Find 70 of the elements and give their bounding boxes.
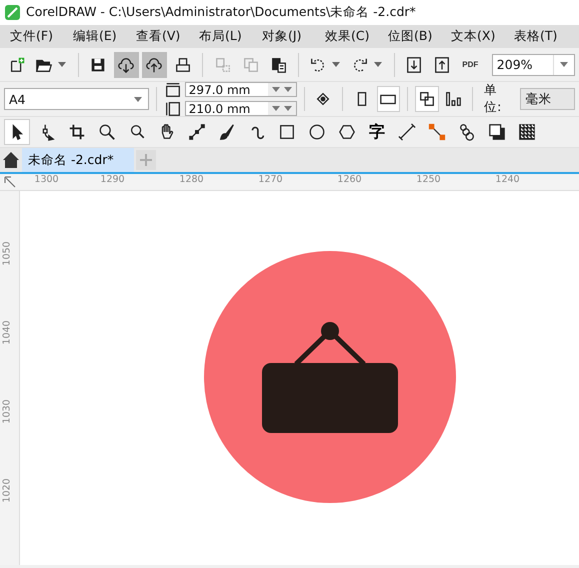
height-icon: [164, 100, 182, 118]
window-title: CorelDRAW - C:\Users\Administrator\Documents\未命名 -2.cdr*: [26, 4, 416, 21]
connector-icon: [428, 123, 446, 141]
document-tab[interactable]: 未命名 -2.cdr*: [22, 148, 134, 172]
ruler-label: 1300: [33, 174, 60, 187]
caret-icon: [374, 62, 382, 67]
app-logo-icon: [5, 5, 20, 20]
landscape-button[interactable]: [376, 86, 400, 112]
dropdown-arrow-icon: [560, 62, 568, 67]
cloud-upload-icon: [145, 56, 164, 74]
ruler-label: 1270: [257, 174, 284, 187]
ruler-label: 1260: [336, 174, 363, 187]
ruler-label: 1040: [2, 319, 12, 347]
units-label: 单位:: [484, 82, 502, 116]
zoom-combo[interactable]: 209%: [492, 54, 575, 76]
cloud-download-icon: [117, 56, 136, 74]
dropdown-arrow-icon: [134, 96, 142, 102]
menu-item[interactable]: 布局(L): [189, 28, 252, 45]
dimension-icon: [398, 123, 416, 141]
toolbar-button[interactable]: [142, 52, 167, 78]
crop-icon: [68, 123, 86, 141]
menu-item[interactable]: 对象(J): [252, 28, 315, 45]
copy-properties-icon: [214, 56, 232, 74]
ruler-origin-icon: [3, 175, 17, 189]
hexagon-icon: [338, 123, 356, 141]
caret-icon: [332, 62, 340, 67]
menu-item[interactable]: 位图(B): [378, 28, 441, 45]
ellipse-icon: [308, 123, 326, 141]
pdf-label: PDF: [462, 60, 478, 68]
menu-item[interactable]: 查看(V): [126, 28, 189, 45]
drop-shadow-icon: [488, 123, 506, 141]
ruler-label: 1030: [2, 398, 12, 426]
ruler-label: 1020: [2, 477, 12, 505]
page-size-combo[interactable]: A4: [4, 88, 149, 110]
ruler-label: 1290: [99, 174, 126, 187]
import-icon: [405, 56, 424, 74]
print-icon: [174, 56, 192, 74]
toolbar-button[interactable]: [114, 52, 139, 78]
clipboard-icon: [270, 56, 288, 74]
export-icon: [433, 56, 452, 74]
units-combo[interactable]: 毫米: [520, 88, 576, 110]
duplicate-icon: [242, 56, 260, 74]
blend-icon: [458, 123, 476, 141]
tool-button[interactable]: 字: [364, 119, 390, 145]
pages-icon: [418, 90, 436, 108]
rectangle-icon: [278, 123, 296, 141]
menu-item[interactable]: 效果(C): [315, 28, 378, 45]
save-icon: [89, 56, 108, 74]
width-icon: [164, 80, 182, 98]
height-field[interactable]: 210.0 mm: [184, 101, 297, 116]
brush-icon: [218, 123, 236, 141]
zoom-icon: [98, 123, 116, 141]
menu-item[interactable]: 编辑(E): [63, 28, 126, 45]
caret-icon: [58, 62, 66, 67]
ruler-label: 1250: [415, 174, 442, 187]
all-pages-button[interactable]: [415, 86, 439, 112]
zoom-icon: [128, 123, 146, 141]
menu-item[interactable]: 文本(X): [441, 28, 504, 45]
ruler-label: 1280: [178, 174, 205, 187]
bars-icon: [444, 90, 462, 108]
menu-item[interactable]: 表格(T): [504, 28, 567, 45]
ruler-label: 1050: [2, 240, 12, 268]
checkerboard-icon: [518, 123, 536, 141]
tool-button[interactable]: [4, 119, 30, 145]
menu-item[interactable]: 文件(F): [0, 28, 63, 45]
ruler-label: 1240: [494, 174, 521, 187]
width-field[interactable]: 297.0 mm: [184, 82, 297, 97]
line-icon: [188, 123, 206, 141]
home-icon[interactable]: [2, 151, 20, 169]
toolbar-button[interactable]: PDF: [458, 52, 483, 78]
